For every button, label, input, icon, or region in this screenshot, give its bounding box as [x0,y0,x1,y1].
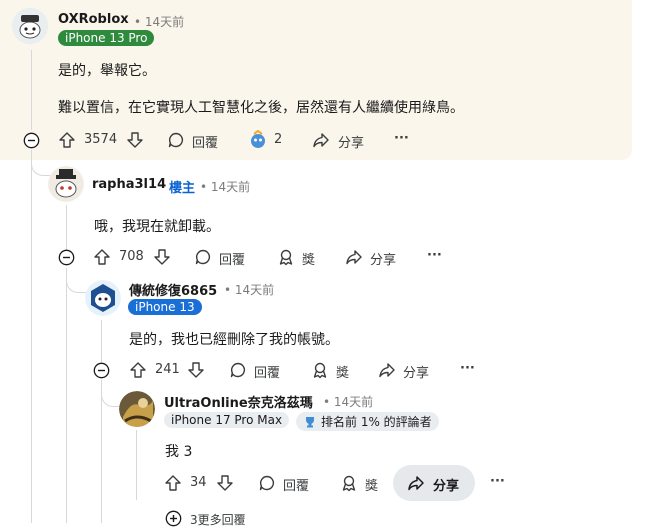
thread-connector [31,155,50,176]
upvote-icon[interactable] [93,248,111,266]
user-flair: iPhone 17 Pro Max [164,412,290,428]
timestamp: • 14天前 [134,15,185,29]
award-button[interactable]: 獎 [365,475,378,494]
collapse-icon[interactable] [93,362,110,379]
timestamp: • 14天前 [200,180,251,194]
collapse-icon[interactable] [23,132,40,149]
share-icon[interactable] [345,248,363,266]
thread-line [66,268,67,523]
user-flair: iPhone 13 Pro [58,30,155,46]
share-icon[interactable] [407,474,425,492]
thread-line [31,50,32,130]
thread-connector [101,380,120,407]
award-icon[interactable] [340,474,358,492]
vote-count: 34 [190,475,207,490]
thread-line [101,380,102,523]
username[interactable]: rapha3l14 [92,177,166,192]
more-options-icon[interactable]: ··· [427,248,442,263]
downvote-icon[interactable] [126,131,144,149]
comment-body-line: 難以置信，在它實現人工智慧化之後，居然還有人繼續使用綠鳥。 [58,100,464,116]
avatar[interactable] [12,8,48,44]
share-icon[interactable] [378,361,396,379]
share-button[interactable]: 分享 [433,475,459,494]
more-options-icon[interactable]: ··· [394,131,409,146]
thread-line [101,320,102,362]
share-button[interactable]: 分享 [370,249,396,268]
avatar[interactable] [85,280,121,316]
username[interactable]: 傳統修復6865 [129,280,217,299]
award-icon[interactable] [248,130,268,150]
username[interactable]: UltraOnline奈克洛茲瑪 [164,392,313,411]
reply-button[interactable]: 回覆 [283,475,309,494]
award-icon[interactable] [277,248,295,266]
reply-icon[interactable] [167,131,185,149]
reply-button[interactable]: 回覆 [219,249,245,268]
upvote-icon[interactable] [164,474,182,492]
comment-body-line: 是的，我也已經刪除了我的帳號。 [129,332,339,348]
op-badge: 樓主 [169,181,196,196]
downvote-icon[interactable] [216,474,234,492]
snoo-avatar-icon [85,280,121,316]
timestamp: • 14天前 [323,395,374,409]
avatar[interactable] [119,391,155,427]
award-icon[interactable] [311,361,329,379]
more-replies-link[interactable]: 3更多回覆 [190,511,246,528]
reply-icon[interactable] [194,248,212,266]
award-button[interactable]: 獎 [302,249,315,268]
thread-connector [66,268,87,293]
achievement-label: 排名前 1% 的評論者 [321,415,432,429]
upvote-icon[interactable] [58,131,76,149]
share-button[interactable]: 分享 [338,132,364,151]
downvote-icon[interactable] [187,361,205,379]
reply-button[interactable]: 回覆 [192,132,218,151]
photo-avatar-icon [119,391,155,427]
user-flair: iPhone 13 [128,299,202,315]
award-count: 2 [274,132,283,147]
snoo-avatar-icon [12,8,48,44]
thread-line [136,430,137,500]
vote-count: 3574 [84,132,118,147]
snoo-avatar-icon [48,166,84,202]
comment-body-line: 我 3 [165,444,193,460]
comment-body-line: 是的，舉報它。 [58,63,156,79]
expand-icon[interactable] [165,510,182,527]
award-button[interactable]: 獎 [336,362,349,381]
downvote-icon[interactable] [153,248,171,266]
more-options-icon[interactable]: ··· [460,361,475,376]
thread-line [66,205,67,250]
reply-icon[interactable] [258,474,276,492]
collapse-icon[interactable] [58,249,75,266]
username[interactable]: OXRoblox [58,12,129,27]
vote-count: 708 [119,249,144,264]
upvote-icon[interactable] [129,361,147,379]
trophy-icon [306,416,314,427]
share-button[interactable]: 分享 [403,362,429,381]
reply-button[interactable]: 回覆 [254,362,280,381]
thread-line [31,150,32,523]
share-icon[interactable] [312,131,330,149]
avatar[interactable] [48,166,84,202]
vote-count: 241 [155,362,180,377]
achievement-badge: 排名前 1% 的評論者 [296,412,439,431]
timestamp: • 14天前 [224,283,275,297]
reply-icon[interactable] [229,361,247,379]
more-options-icon[interactable]: ··· [490,474,505,489]
comment-body-line: 哦，我現在就卸載。 [94,219,220,235]
